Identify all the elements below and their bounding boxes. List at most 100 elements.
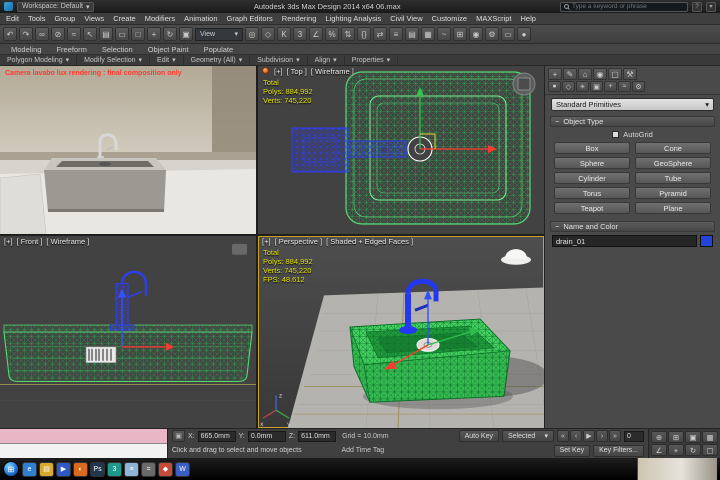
ribbon-section[interactable]: Modify Selection ▾	[77, 55, 151, 65]
sink-wireframe-front[interactable]	[3, 324, 253, 383]
orbit-icon[interactable]: ↻	[685, 444, 701, 456]
start-button[interactable]: ⊞	[3, 461, 19, 477]
select-and-scale-icon[interactable]: ▣	[179, 27, 193, 41]
object-type-button[interactable]: GeoSphere	[635, 157, 711, 169]
ribbon-section[interactable]: Geometry (All) ▾	[184, 55, 251, 65]
viewcube-icon[interactable]	[512, 72, 536, 96]
object-type-button[interactable]: Sphere	[554, 157, 630, 169]
utilities-tab-icon[interactable]: ⚒	[623, 68, 637, 80]
geometry-category-icon[interactable]: ●	[548, 81, 561, 92]
reference-coordinate-dropdown[interactable]: View ▾	[195, 27, 243, 41]
viewport-shading-menu[interactable]: [ Wireframe ]	[46, 237, 89, 246]
taskbar-paint-icon[interactable]: ◆	[158, 461, 173, 477]
search-input[interactable]	[572, 3, 684, 10]
coord-z-field[interactable]	[298, 430, 337, 442]
object-color-swatch[interactable]	[700, 235, 713, 247]
viewport-camera[interactable]: Camera lavabo lux rendering : final comp…	[0, 66, 256, 234]
taskbar-firefox-icon[interactable]: ◐	[73, 461, 88, 477]
menu-item[interactable]: Graph Editors	[227, 14, 273, 23]
coord-x-field[interactable]	[197, 430, 236, 442]
help-icon[interactable]: ?	[692, 1, 702, 12]
render-production-icon[interactable]: ●	[517, 27, 531, 41]
mini-listener-macro-line[interactable]	[0, 429, 167, 444]
primitive-category-dropdown[interactable]: Standard Primitives ▾	[551, 98, 714, 111]
ribbon-section[interactable]: Align ▾	[308, 55, 345, 65]
use-pivot-center-icon[interactable]: ◎	[245, 27, 259, 41]
undo-icon[interactable]: ↶	[3, 27, 17, 41]
app-logo-icon[interactable]	[4, 2, 13, 11]
ribbon-tab[interactable]: Populate	[197, 45, 241, 54]
ribbon-tab[interactable]: Freeform	[49, 45, 93, 54]
space-warps-category-icon[interactable]: ≈	[618, 81, 631, 92]
current-frame-field[interactable]	[624, 430, 644, 442]
viewport-pov-menu[interactable]: [ Top ]	[287, 67, 307, 76]
name-color-rollout-header[interactable]: − Name and Color	[550, 221, 715, 232]
snap-toggle-3d-icon[interactable]: 3	[293, 27, 307, 41]
mirror-icon[interactable]: ⇄	[373, 27, 387, 41]
communication-center-icon[interactable]: ▾	[706, 1, 716, 12]
display-tab-icon[interactable]: ▢	[608, 68, 622, 80]
workspace-selector[interactable]: Workspace: Default ▾	[17, 1, 95, 12]
schematic-view-icon[interactable]: ⊞	[453, 27, 467, 41]
ribbon-section[interactable]: Edit ▾	[150, 55, 184, 65]
zoom-extents-all-icon[interactable]: ▦	[702, 431, 718, 443]
object-type-button[interactable]: Tube	[635, 172, 711, 184]
ribbon-tab[interactable]: Selection	[95, 45, 140, 54]
viewport-front[interactable]: [+] [ Front ] [ Wireframe ]	[0, 236, 256, 428]
viewport-top[interactable]: [+] [ Top ] [ Wireframe ] Total Polys: 8…	[258, 66, 544, 234]
angle-snap-icon[interactable]: ∠	[309, 27, 323, 41]
lights-category-icon[interactable]: ☀	[576, 81, 589, 92]
selected-dropdown[interactable]: Selected ▾	[502, 430, 554, 443]
menu-item[interactable]: Rendering	[282, 14, 317, 23]
infocenter-search[interactable]	[560, 1, 688, 12]
rectangular-selection-region-icon[interactable]: ▭	[115, 27, 129, 41]
taskbar-notepad-icon[interactable]: ≡	[124, 461, 139, 477]
percent-snap-icon[interactable]: %	[325, 27, 339, 41]
viewcube-icon[interactable]	[232, 243, 247, 255]
keyboard-override-icon[interactable]: K	[277, 27, 291, 41]
helpers-category-icon[interactable]: +	[604, 81, 617, 92]
zoom-all-icon[interactable]: ⊞	[668, 431, 684, 443]
viewport-general-menu[interactable]: [+]	[262, 237, 271, 246]
bind-to-space-warp-icon[interactable]: ≈	[67, 27, 81, 41]
viewport-general-menu[interactable]: [+]	[274, 67, 283, 76]
cameras-category-icon[interactable]: ▣	[590, 81, 603, 92]
sink-object[interactable]	[349, 318, 511, 403]
menu-item[interactable]: Group	[54, 14, 75, 23]
object-type-button[interactable]: Teapot	[554, 202, 630, 214]
autogrid-checkbox[interactable]	[612, 131, 620, 138]
viewport-shading-menu[interactable]: [ Shaded + Edged Faces ]	[326, 237, 413, 246]
layer-manager-icon[interactable]: ▤	[405, 27, 419, 41]
create-tab-icon[interactable]: +	[548, 68, 562, 80]
rendered-frame-icon[interactable]: ▭	[501, 27, 515, 41]
go-to-end-icon[interactable]: »	[609, 430, 621, 443]
taskbar-internet-explorer-icon[interactable]: e	[22, 461, 37, 477]
menu-item[interactable]: Civil View	[390, 14, 422, 23]
play-icon[interactable]: ▶	[583, 430, 595, 443]
ribbon-tab[interactable]: Object Paint	[141, 45, 196, 54]
taskbar-word-icon[interactable]: W	[175, 461, 190, 477]
menu-item[interactable]: Customize	[432, 14, 467, 23]
object-type-button[interactable]: Box	[554, 142, 630, 154]
graphite-ribbon-icon[interactable]: ▦	[421, 27, 435, 41]
render-setup-icon[interactable]: ⚙	[485, 27, 499, 41]
maximize-viewport-icon[interactable]: ▢	[702, 444, 718, 456]
field-of-view-icon[interactable]: ∠	[651, 444, 667, 456]
ribbon-section[interactable]: Properties ▾	[345, 55, 399, 65]
select-and-rotate-icon[interactable]: ↻	[163, 27, 177, 41]
zoom-icon[interactable]: ⊕	[651, 431, 667, 443]
object-type-button[interactable]: Plane	[635, 202, 711, 214]
motion-tab-icon[interactable]: ◉	[593, 68, 607, 80]
coord-y-field[interactable]	[247, 430, 286, 442]
taskbar-media-player-icon[interactable]: ▶	[56, 461, 71, 477]
taskbar-3ds-max-icon[interactable]: 3	[107, 461, 122, 477]
go-to-start-icon[interactable]: «	[557, 430, 569, 443]
select-and-link-icon[interactable]: ∞	[35, 27, 49, 41]
object-type-button[interactable]: Torus	[554, 187, 630, 199]
set-key-button[interactable]: Set Key	[553, 444, 591, 457]
viewcube-home-icon[interactable]	[501, 249, 531, 265]
object-type-button[interactable]: Pyramid	[635, 187, 711, 199]
taskbar-photoshop-icon[interactable]: Ps	[90, 461, 105, 477]
auto-key-button[interactable]: Auto Key	[458, 430, 499, 443]
menu-item[interactable]: Modifiers	[145, 14, 175, 23]
